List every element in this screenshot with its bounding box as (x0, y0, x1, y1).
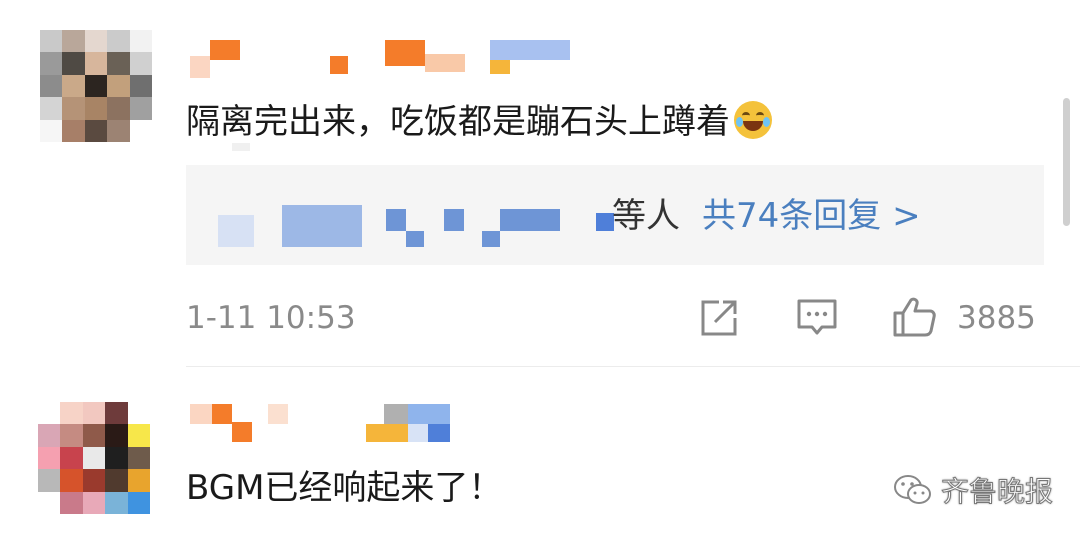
watermark-text: 齐鲁晚报 (940, 475, 1054, 509)
comment-icon[interactable] (796, 298, 838, 338)
like-icon[interactable] (892, 296, 938, 338)
laughing-emoji-icon (734, 101, 772, 139)
view-replies-link[interactable]: 共74条回复 > (702, 196, 921, 236)
comment-text: 隔离完出来，吃饭都是蹦石头上蹲着 (186, 100, 772, 144)
watermark: 齐鲁晚报 (893, 468, 1054, 512)
divider (186, 366, 1080, 367)
comment-body: BGM已经响起来了！ (186, 468, 503, 508)
share-icon[interactable] (699, 298, 741, 338)
wechat-icon (894, 475, 931, 504)
reply-summary[interactable]: 等人 共74条回复 > (612, 194, 921, 238)
comment-actions: 1-11 10:53 3885 (186, 296, 1046, 340)
comment-time: 1-11 10:53 (186, 300, 356, 336)
avatar[interactable] (38, 402, 150, 514)
reply-suffix: 等人 (612, 196, 680, 236)
like-count: 3885 (957, 300, 1036, 336)
comment-text: BGM已经响起来了！ (186, 466, 502, 510)
scrollbar[interactable] (1063, 98, 1070, 226)
comment-body: 隔离完出来，吃饭都是蹦石头上蹲着 (186, 102, 730, 142)
avatar[interactable] (40, 30, 152, 142)
username[interactable] (190, 402, 490, 442)
username[interactable] (190, 36, 590, 78)
